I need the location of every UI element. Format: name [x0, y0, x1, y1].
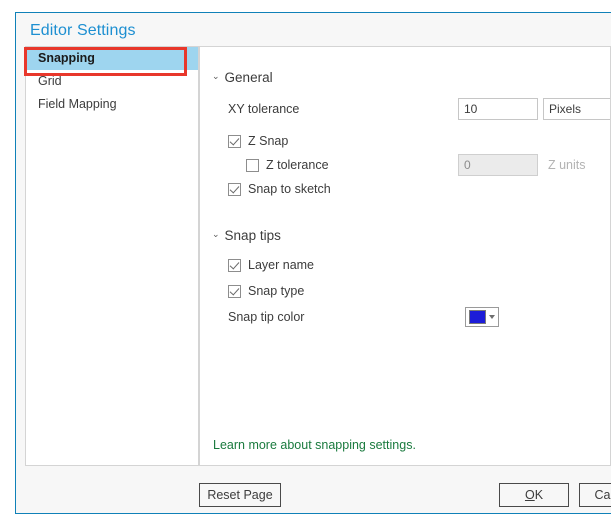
snap-tips-group-header[interactable]: ⌄ Snap tips	[200, 225, 610, 245]
editor-settings-dialog: Editor Settings Snapping Grid Field Mapp…	[15, 12, 611, 514]
chevron-down-icon: ⌄	[212, 228, 220, 239]
snap-tips-group: ⌄ Snap tips	[200, 225, 610, 245]
xy-tolerance-input[interactable]	[458, 98, 538, 120]
page-list-item-snapping[interactable]: Snapping	[26, 47, 198, 70]
snap-tip-color-label: Snap tip color	[228, 310, 305, 324]
snap-tip-color-picker[interactable]	[465, 307, 499, 327]
chevron-down-icon: ⌄	[212, 70, 220, 81]
chevron-down-icon	[489, 315, 495, 319]
cancel-label: Cancel	[594, 488, 611, 502]
page-list-item-grid[interactable]: Grid	[26, 70, 198, 93]
snap-tips-group-title: Snap tips	[224, 227, 281, 243]
snap-type-label: Snap type	[248, 284, 305, 298]
layer-name-label: Layer name	[248, 258, 315, 272]
snap-to-sketch-row: Snap to sketch	[200, 177, 610, 201]
page-list-item-label: Field Mapping	[38, 97, 117, 111]
checkbox-checked-icon	[228, 284, 241, 298]
z-snap-checkbox[interactable]: Z Snap	[228, 134, 288, 148]
z-units-suffix-label: Z units	[548, 158, 586, 172]
checkbox-unchecked-icon	[246, 158, 259, 172]
dialog-title: Editor Settings	[30, 22, 136, 39]
ok-button[interactable]: OK	[499, 483, 569, 507]
ok-accelerator: O	[524, 488, 535, 502]
reset-page-label: Reset Page	[207, 488, 273, 502]
xy-tolerance-units-combo[interactable]: Pixels	[543, 98, 610, 120]
snap-type-row: Snap type	[200, 279, 610, 303]
z-tolerance-row: Z tolerance Z units	[200, 153, 610, 177]
layer-name-checkbox[interactable]: Layer name	[228, 258, 314, 272]
checkbox-checked-icon	[228, 134, 241, 148]
general-group: ⌄ General	[200, 67, 610, 87]
page-list-item-label: Grid	[38, 74, 62, 88]
z-snap-row: Z Snap	[200, 129, 610, 153]
reset-page-button[interactable]: Reset Page	[199, 483, 281, 507]
snap-tip-color-row: Snap tip color	[200, 305, 610, 329]
xy-tolerance-label: XY tolerance	[228, 102, 300, 116]
color-swatch	[469, 310, 486, 324]
cancel-button[interactable]: Cancel	[579, 483, 611, 507]
snapping-settings-panel: ⌄ General XY tolerance Pixels Z Snap Z t…	[199, 46, 611, 466]
checkbox-checked-icon	[228, 182, 241, 196]
learn-more-link[interactable]: Learn more about snapping settings.	[213, 438, 416, 452]
general-group-header[interactable]: ⌄ General	[200, 67, 610, 87]
z-tolerance-checkbox[interactable]: Z tolerance	[246, 158, 329, 172]
xy-tolerance-units-value: Pixels	[549, 102, 582, 116]
z-snap-label: Z Snap	[248, 134, 289, 148]
ok-label-rest: K	[534, 488, 544, 502]
layer-name-row: Layer name	[200, 253, 610, 277]
settings-page-list[interactable]: Snapping Grid Field Mapping	[25, 46, 199, 466]
snap-type-checkbox[interactable]: Snap type	[228, 284, 304, 298]
xy-tolerance-row: XY tolerance Pixels	[200, 97, 610, 121]
page-list-item-field-mapping[interactable]: Field Mapping	[26, 93, 198, 116]
checkbox-checked-icon	[228, 258, 241, 272]
page-list-item-label: Snapping	[38, 51, 95, 65]
general-group-title: General	[224, 69, 273, 85]
z-tolerance-input[interactable]	[458, 154, 538, 176]
z-tolerance-label: Z tolerance	[266, 158, 329, 172]
snap-to-sketch-checkbox[interactable]: Snap to sketch	[228, 182, 331, 196]
snap-to-sketch-label: Snap to sketch	[248, 182, 331, 196]
